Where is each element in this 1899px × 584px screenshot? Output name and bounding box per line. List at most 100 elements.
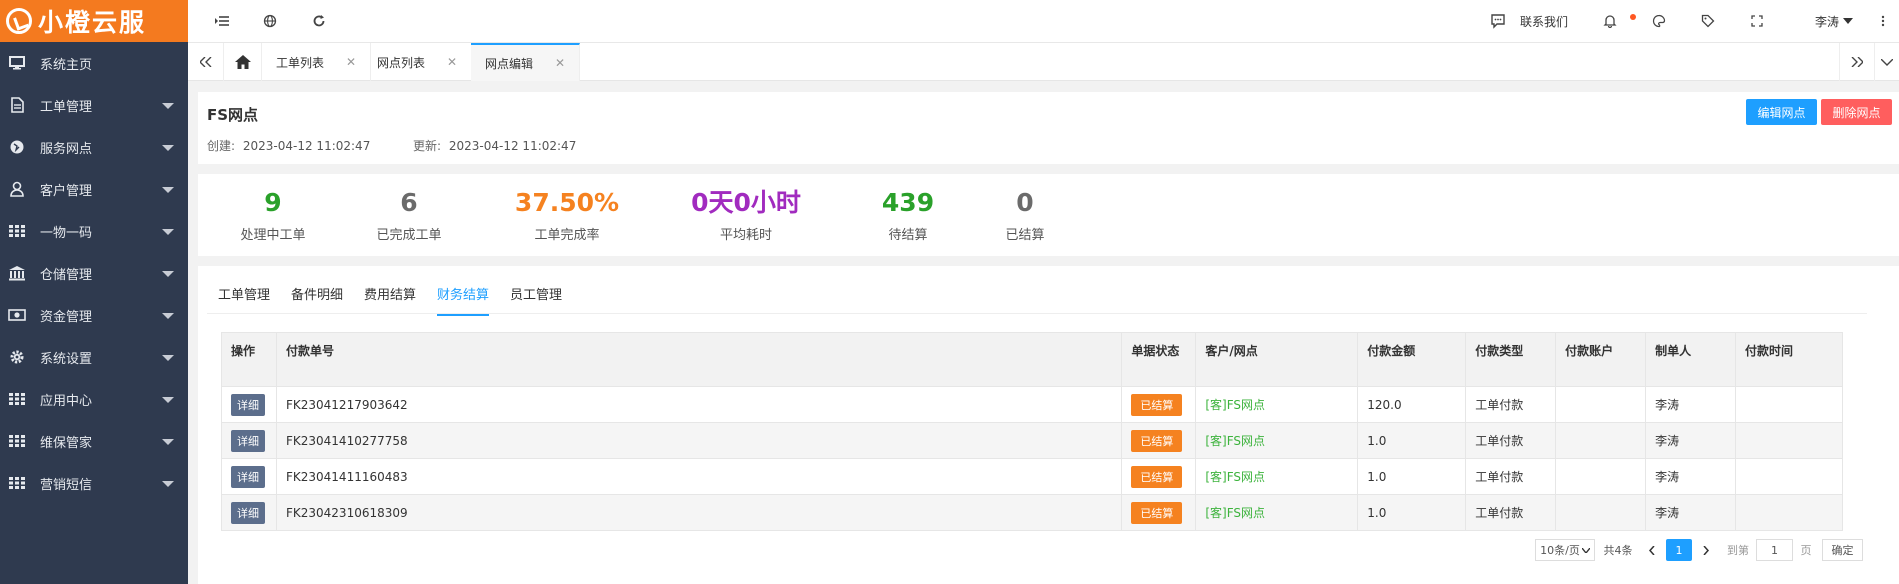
customer-link[interactable]: [客]FS网点 — [1205, 434, 1265, 448]
sidebar-item-label: 仓储管理 — [40, 267, 93, 283]
brand-logo[interactable]: 小橙云服 — [0, 0, 188, 42]
more-vertical-icon[interactable] — [1874, 12, 1892, 30]
tab-staff-management[interactable]: 员工管理 — [510, 284, 562, 314]
caret-down-icon — [162, 187, 174, 193]
close-icon[interactable]: ✕ — [346, 55, 356, 69]
stat-settled[interactable]: 0 已结算 — [955, 188, 1095, 243]
sidebar-item-home[interactable]: 系统主页 — [0, 42, 188, 84]
refresh-icon[interactable] — [310, 12, 328, 30]
sidebar-item-maintenance[interactable]: 维保管家 — [0, 420, 188, 462]
status-badge: 已结算 — [1131, 429, 1183, 452]
next-page-icon[interactable] — [1697, 539, 1715, 561]
tab-finance-settlement[interactable]: 财务结算 — [437, 284, 490, 316]
page-size-select[interactable]: 10条/页 — [1535, 539, 1595, 561]
customer-link[interactable]: [客]FS网点 — [1205, 506, 1265, 520]
table-row: 详细 FK23042310618309 已结算 [客]FS网点 1.0 工单付款… — [221, 494, 1843, 531]
close-icon[interactable]: ✕ — [447, 55, 457, 69]
tag-icon[interactable] — [1699, 12, 1717, 30]
user-icon — [8, 181, 26, 197]
tab-workorder-list[interactable]: 工单列表 ✕ — [262, 43, 372, 81]
caret-down-icon — [162, 229, 174, 235]
stat-completed[interactable]: 6 已完成工单 — [339, 188, 479, 243]
stat-value: 6 — [400, 188, 418, 217]
user-name[interactable]: 李涛 — [1815, 13, 1839, 30]
payment-no: FK23041411160483 — [275, 458, 1123, 495]
sidebar-menu: 系统主页 工单管理 服务网点 客户管理 一物一码 仓储管理 资金管理 系统设置 … — [0, 42, 188, 504]
payment-type: 工单付款 — [1465, 422, 1557, 459]
stat-value: 0天0小时 — [691, 188, 801, 217]
sidebar-item-label: 资金管理 — [40, 309, 93, 325]
sidebar: 小橙云服 系统主页 工单管理 服务网点 客户管理 一物一码 仓储管理 资金管理 … — [0, 0, 188, 584]
home-tab-icon[interactable] — [224, 43, 262, 81]
tabs-scroll-right-icon[interactable] — [1839, 43, 1875, 81]
menu-collapse-icon[interactable] — [213, 12, 231, 30]
document-icon — [8, 97, 26, 113]
sidebar-item-label: 一物一码 — [40, 225, 93, 241]
monitor-icon — [8, 55, 26, 71]
delete-point-button[interactable]: 删除网点 — [1821, 99, 1892, 125]
sidebar-item-label: 客户管理 — [40, 183, 93, 199]
close-icon[interactable]: ✕ — [555, 56, 565, 70]
tabs-menu-icon[interactable] — [1875, 43, 1899, 81]
column-header-account: 付款账户 — [1555, 332, 1647, 387]
sidebar-item-app-center[interactable]: 应用中心 — [0, 378, 188, 420]
sidebar-item-sms[interactable]: 营销短信 — [0, 462, 188, 504]
stat-label: 平均耗时 — [719, 228, 772, 243]
sidebar-item-one-code[interactable]: 一物一码 — [0, 210, 188, 252]
prev-page-icon[interactable] — [1643, 539, 1661, 561]
sidebar-item-workorders[interactable]: 工单管理 — [0, 84, 188, 126]
tab-label: 工单列表 — [276, 55, 325, 70]
detail-button[interactable]: 详细 — [231, 393, 265, 416]
sidebar-item-warehouse[interactable]: 仓储管理 — [0, 252, 188, 294]
fullscreen-icon[interactable] — [1748, 12, 1766, 30]
tab-point-list[interactable]: 网点列表 ✕ — [363, 43, 473, 81]
tab-parts-detail[interactable]: 备件明细 — [291, 284, 343, 314]
tab-fee-settlement[interactable]: 费用结算 — [364, 284, 416, 314]
payment-no: FK23042310618309 — [275, 494, 1123, 531]
sidebar-item-label: 服务网点 — [40, 141, 93, 157]
created-info: 创建: 2023-04-12 11:02:47 — [207, 137, 370, 154]
edit-point-button[interactable]: 编辑网点 — [1746, 99, 1817, 125]
sidebar-item-label: 维保管家 — [40, 435, 93, 451]
stats-panel: 9 处理中工单 6 已完成工单 37.50% 工单完成率 0天0小时 平均耗时 … — [198, 174, 1899, 256]
brand-name: 小橙云服 — [38, 8, 147, 37]
page-unit-label: 页 — [1800, 544, 1812, 557]
caret-down-icon — [162, 103, 174, 109]
stat-processing[interactable]: 9 处理中工单 — [203, 188, 343, 243]
caret-down-icon[interactable] — [1839, 12, 1857, 30]
sidebar-item-funds[interactable]: 资金管理 — [0, 294, 188, 336]
goto-page-input[interactable]: 1 — [1756, 539, 1793, 561]
money-icon — [8, 307, 26, 323]
amount: 1.0 — [1357, 422, 1467, 459]
page-number-current[interactable]: 1 — [1666, 539, 1692, 561]
payment-account — [1555, 494, 1647, 531]
tab-workorder-management[interactable]: 工单管理 — [218, 284, 270, 314]
caret-down-icon — [162, 439, 174, 445]
caret-down-icon — [162, 313, 174, 319]
detail-button[interactable]: 详细 — [231, 429, 265, 452]
column-header-maker: 制单人 — [1645, 332, 1736, 387]
sidebar-item-service-points[interactable]: 服务网点 — [0, 126, 188, 168]
bell-icon[interactable] — [1601, 12, 1619, 30]
column-header-amount: 付款金额 — [1357, 332, 1467, 387]
contact-us-link[interactable]: 联系我们 — [1520, 13, 1568, 30]
detail-button[interactable]: 详细 — [231, 465, 265, 488]
sidebar-item-label: 系统主页 — [40, 57, 93, 73]
status-badge: 已结算 — [1131, 501, 1183, 524]
customer-link[interactable]: [客]FS网点 — [1205, 398, 1265, 412]
chat-icon[interactable] — [1489, 12, 1507, 30]
detail-button[interactable]: 详细 — [231, 501, 265, 524]
stat-value: 9 — [264, 188, 282, 217]
sidebar-item-customers[interactable]: 客户管理 — [0, 168, 188, 210]
tabs-scroll-left-icon[interactable] — [188, 43, 224, 81]
tab-point-edit[interactable]: 网点编辑 ✕ — [471, 43, 581, 81]
globe-icon — [8, 139, 26, 155]
grid-icon — [8, 475, 26, 491]
customer-link[interactable]: [客]FS网点 — [1205, 470, 1265, 484]
goto-confirm-button[interactable]: 确定 — [1822, 539, 1863, 561]
detail-content-card: 工单管理 备件明细 费用结算 财务结算 员工管理 操作 付款单号 单据状态 客户… — [198, 266, 1899, 584]
sidebar-item-settings[interactable]: 系统设置 — [0, 336, 188, 378]
globe-icon[interactable] — [261, 12, 279, 30]
theme-icon[interactable] — [1650, 12, 1668, 30]
sidebar-item-label: 系统设置 — [40, 351, 93, 367]
